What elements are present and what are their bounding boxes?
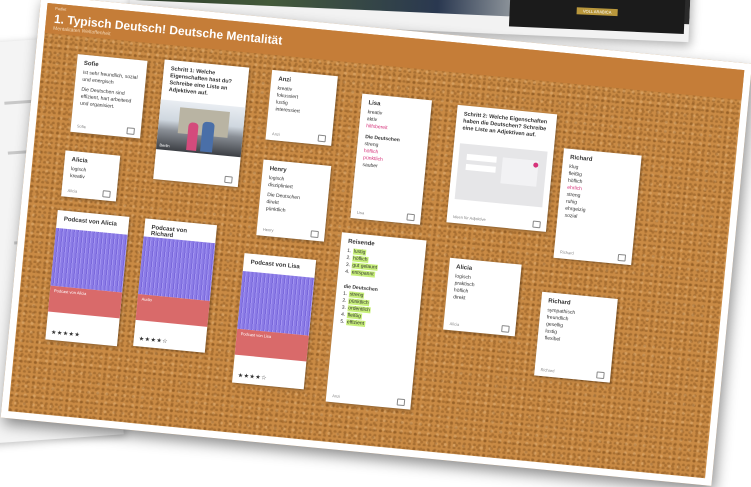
post-title: Schritt 2: Welche Eigenschaften haben di…: [462, 111, 548, 139]
post-footer: Lisa: [356, 209, 416, 222]
breadcrumb[interactable]: Padlet: [55, 6, 67, 12]
product-tag: VOLL ARABICA: [576, 7, 618, 17]
post-richard[interactable]: Richard klug fleißig höflich ehrlich str…: [553, 148, 642, 266]
comment-icon[interactable]: [617, 253, 627, 262]
footer-author: Alicia: [449, 321, 460, 327]
footer-text: Ideen für Adjektive: [452, 213, 486, 223]
post-title: Schritt 1: Welche Eigenschaften hast du?…: [168, 66, 233, 97]
post-footer: Richard: [540, 366, 605, 380]
comment-icon[interactable]: [532, 220, 541, 229]
comment-icon[interactable]: [317, 134, 327, 143]
footer-author: Richard: [540, 367, 555, 374]
post-anzi[interactable]: Anzi kreativ fokussiert lustig interessi…: [265, 69, 338, 146]
product-name: prodomo: [510, 0, 686, 4]
post-alicia-2[interactable]: Alicia logisch praktisch höflich direkt …: [443, 257, 522, 337]
audio-waveform[interactable]: [50, 227, 128, 293]
comment-icon[interactable]: [310, 230, 319, 239]
comment-icon[interactable]: [406, 213, 416, 222]
footer-author: Lisa: [356, 209, 365, 216]
post-richard-2[interactable]: Richard sympathisch freundlich gesellig …: [534, 291, 618, 383]
comment-icon[interactable]: [396, 398, 406, 407]
footer-author: Alicia: [67, 187, 78, 194]
rating-stars[interactable]: ★★★★☆: [138, 335, 168, 345]
footer-author: Anzi: [331, 393, 341, 399]
post-lisa[interactable]: Lisa kreativ aktiv hilfsbereit Die Deuts…: [350, 93, 433, 225]
post-footer: Henry: [262, 226, 319, 239]
preview-image[interactable]: [454, 143, 548, 208]
coffee-package: prodomo VOLL ARABICA: [508, 0, 687, 34]
ranking-item: effizient: [345, 319, 366, 327]
footer-author: Anzi: [271, 131, 281, 137]
post-footer: [159, 170, 233, 184]
post-author: Alicia: [71, 157, 88, 165]
footer-author: Sofie: [76, 123, 87, 130]
post-footer: Richard: [559, 248, 627, 262]
audio-title: Audio: [141, 296, 153, 303]
comment-icon[interactable]: [596, 371, 605, 380]
post-sofie[interactable]: Sofie ist sehr freundlich, sozial und en…: [70, 54, 148, 139]
post-alicia[interactable]: Alicia logisch kreativ Alicia: [61, 150, 121, 202]
post-title: Podcast von Alicia: [63, 216, 118, 228]
post-footer: Anzi: [271, 130, 327, 143]
post-footer: Alicia: [67, 187, 111, 198]
photo-caption: Berlin: [159, 142, 170, 149]
audio-waveform[interactable]: [138, 236, 216, 301]
rating-stars[interactable]: ★★★★☆: [237, 372, 267, 382]
padlet-board: Padlet 1. Typisch Deutsch! Deutsche Ment…: [0, 0, 751, 486]
audio-waveform[interactable]: [237, 270, 315, 336]
post-schritt2[interactable]: Schritt 2: Welche Eigenschaften haben di…: [446, 104, 558, 232]
post-ranking[interactable]: Reisende 1. lustig 2. höflich 3. gut gel…: [325, 232, 427, 410]
post-footer: Ideen für Adjektive: [452, 213, 541, 229]
photo-brandenburg-gate[interactable]: Berlin: [156, 99, 246, 158]
post-henry[interactable]: Henry logisch diszipliniert Die Deutsche…: [256, 159, 332, 242]
rating-stars[interactable]: ★★★★★: [51, 329, 81, 339]
comment-icon[interactable]: [224, 175, 233, 184]
ranking-item: entspannt: [350, 269, 375, 278]
post-footer: Sofie: [77, 122, 135, 135]
post-podcast-alicia[interactable]: Podcast von Alicia Podcast von Alicia ★★…: [45, 209, 130, 347]
comment-icon[interactable]: [501, 325, 510, 333]
post-title: Podcast von Lisa: [250, 259, 301, 271]
comment-icon[interactable]: [126, 127, 135, 135]
footer-author: Richard: [559, 249, 575, 256]
post-podcast-richard[interactable]: Podcast von Richard Audio ★★★★☆: [133, 218, 218, 353]
post-footer: Anzi: [331, 392, 406, 407]
post-footer: Alicia: [449, 320, 510, 333]
post-podcast-lisa[interactable]: Podcast von Lisa Podcast von Lisa ★★★★☆: [232, 253, 317, 390]
footer-author: Henry: [262, 226, 274, 233]
comment-icon[interactable]: [102, 190, 111, 198]
post-schritt1[interactable]: Schritt 1: Welche Eigenschaften hast du?…: [153, 59, 250, 188]
